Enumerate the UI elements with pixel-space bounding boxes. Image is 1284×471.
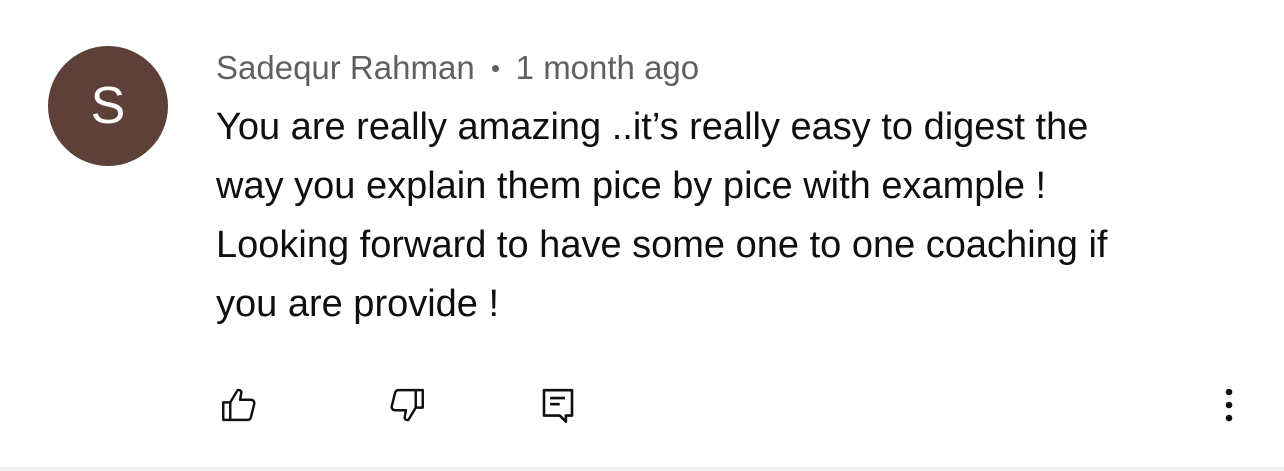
avatar[interactable]: S xyxy=(48,46,168,166)
comment-text: You are really amazing ..it’s really eas… xyxy=(216,106,1108,325)
comment-meta: Sadequr Rahman 1 month ago xyxy=(216,46,699,90)
comment-timestamp[interactable]: 1 month ago xyxy=(516,49,699,87)
more-options-button[interactable] xyxy=(1202,378,1256,432)
thumbs-down-icon xyxy=(386,384,428,426)
reply-comment-icon xyxy=(537,384,579,426)
comment-actions xyxy=(0,378,1284,432)
divider xyxy=(0,467,1284,471)
author-name[interactable]: Sadequr Rahman xyxy=(216,49,475,87)
comment-item: S Sadequr Rahman 1 month ago You are rea… xyxy=(0,0,1284,471)
thumbs-up-icon xyxy=(218,384,260,426)
separator-dot xyxy=(491,64,499,72)
more-vertical-icon xyxy=(1223,385,1235,425)
reply-button[interactable] xyxy=(531,378,585,432)
dislike-button[interactable] xyxy=(380,378,434,432)
like-button[interactable] xyxy=(212,378,266,432)
avatar-letter: S xyxy=(90,77,126,135)
